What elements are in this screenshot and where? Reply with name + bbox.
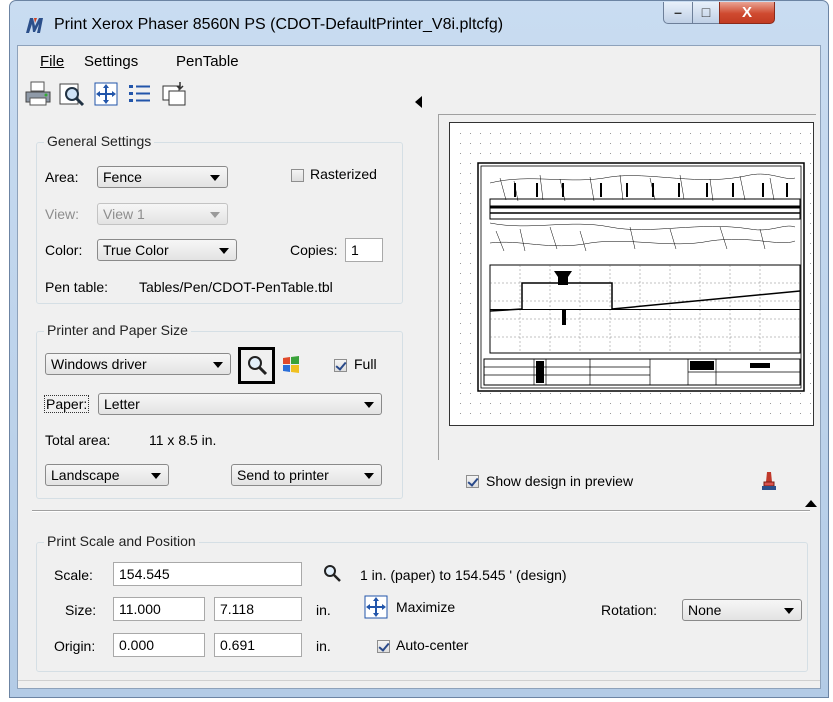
area-label: Area: — [45, 169, 79, 185]
menu-settings-label: Settings — [84, 53, 139, 70]
rasterized-label: Rasterized — [310, 166, 377, 182]
pen-table-value: Tables/Pen/CDOT-PenTable.tbl — [139, 279, 333, 295]
collapse-left-arrow-icon[interactable] — [415, 96, 422, 108]
pen-icon[interactable] — [759, 470, 779, 492]
origin-y-input[interactable]: 0.691 — [214, 633, 302, 657]
destination-value: Send to printer — [237, 467, 329, 483]
origin-unit: in. — [316, 638, 331, 654]
status-bar — [18, 680, 820, 688]
destination-dropdown[interactable]: Send to printer — [231, 464, 382, 486]
menu-file-label: File — [40, 53, 65, 70]
area-dropdown[interactable]: Fence — [97, 166, 228, 188]
rotation-dropdown[interactable]: None — [682, 599, 802, 621]
chevron-down-icon — [364, 402, 374, 408]
scale-description: 1 in. (paper) to 154.545 ' (design) — [360, 567, 567, 583]
preview-magnifier-icon[interactable] — [58, 80, 86, 108]
copies-label: Copies: — [290, 242, 338, 258]
divider — [32, 510, 810, 512]
paper-value: Letter — [104, 396, 140, 412]
chevron-down-icon — [213, 362, 223, 368]
color-value: True Color — [103, 242, 169, 258]
maximize-label: Maximize — [396, 599, 456, 615]
paper-dropdown[interactable]: Letter — [98, 393, 382, 415]
full-label: Full — [354, 356, 377, 372]
chevron-down-icon — [151, 473, 161, 479]
minimize-icon: – — [674, 4, 682, 20]
size-label: Size: — [65, 602, 97, 618]
pen-table-label: Pen table: — [45, 279, 109, 295]
chevron-down-icon — [219, 248, 229, 254]
orientation-value: Landscape — [51, 467, 120, 483]
general-settings-legend: General Settings — [44, 133, 155, 149]
color-dropdown[interactable]: True Color — [97, 239, 237, 261]
print-dialog-window: Print Xerox Phaser 8560N PS (CDOT-Defaul… — [9, 0, 829, 698]
dialog-client-area: File Settings PenTable General Settings … — [17, 45, 821, 689]
auto-center-checkbox[interactable] — [377, 640, 390, 653]
maximize-icon[interactable] — [364, 595, 388, 619]
scale-position-legend: Print Scale and Position — [44, 533, 199, 549]
scale-input[interactable]: 154.545 — [113, 562, 302, 586]
view-value: View 1 — [103, 206, 145, 222]
chevron-down-icon — [364, 473, 374, 479]
close-icon: X — [741, 4, 752, 21]
fit-maximize-icon[interactable] — [92, 80, 120, 108]
menu-bar: File Settings PenTable — [18, 46, 820, 76]
printer-driver-dropdown[interactable]: Windows driver — [45, 353, 231, 375]
search-icon[interactable] — [323, 564, 341, 582]
title-bar[interactable]: Print Xerox Phaser 8560N PS (CDOT-Defaul… — [10, 1, 828, 45]
menu-pentable-label: PenTable — [176, 53, 239, 70]
show-design-label: Show design in preview — [486, 473, 634, 489]
view-label: View: — [45, 206, 79, 222]
origin-label: Origin: — [54, 638, 96, 654]
orientation-dropdown[interactable]: Landscape — [45, 464, 169, 486]
close-button[interactable]: X — [719, 2, 775, 24]
chevron-down-icon — [210, 212, 220, 218]
rotation-value: None — [688, 602, 722, 618]
list-icon[interactable] — [126, 80, 154, 108]
menu-file[interactable]: File — [40, 53, 64, 70]
show-design-checkbox[interactable] — [466, 475, 479, 488]
size-unit: in. — [316, 602, 331, 618]
rotation-label: Rotation: — [601, 602, 658, 618]
origin-x-input[interactable]: 0.000 — [113, 633, 205, 657]
chevron-down-icon — [784, 608, 794, 614]
chevron-down-icon — [210, 175, 220, 181]
collapse-up-arrow-icon[interactable] — [805, 500, 817, 507]
area-value: Fence — [103, 169, 142, 185]
auto-center-label: Auto-center — [396, 637, 469, 653]
microstation-logo-icon — [26, 18, 43, 33]
color-label: Color: — [45, 242, 83, 258]
maximize-window-icon: □ — [701, 4, 711, 20]
print-preview[interactable] — [449, 122, 814, 426]
size-width-input[interactable]: 11.000 — [113, 597, 205, 621]
menu-pentable[interactable]: PenTable — [176, 53, 239, 70]
copy-layout-icon[interactable] — [160, 80, 188, 108]
printer-paper-legend: Printer and Paper Size — [44, 322, 191, 338]
copies-input[interactable]: 1 — [345, 238, 383, 262]
total-area-label: Total area: — [45, 432, 111, 448]
rasterized-checkbox[interactable] — [291, 169, 304, 182]
menu-settings[interactable]: Settings — [84, 53, 138, 70]
view-dropdown: View 1 — [97, 203, 228, 225]
search-icon[interactable] — [246, 354, 268, 376]
printer-icon[interactable] — [24, 80, 52, 108]
minimize-button[interactable]: – — [663, 2, 693, 24]
windows-properties-icon[interactable] — [281, 355, 301, 375]
plan-drawing-preview — [452, 125, 811, 423]
scale-label: Scale: — [54, 567, 93, 583]
paper-label: Paper: — [44, 395, 90, 413]
driver-value: Windows driver — [51, 356, 147, 372]
window-title: Print Xerox Phaser 8560N PS (CDOT-Defaul… — [54, 16, 504, 33]
maximize-button[interactable]: □ — [692, 2, 720, 24]
total-area-value: 11 x 8.5 in. — [149, 432, 217, 448]
size-height-input[interactable]: 7.118 — [214, 597, 302, 621]
full-checkbox[interactable] — [334, 359, 347, 372]
